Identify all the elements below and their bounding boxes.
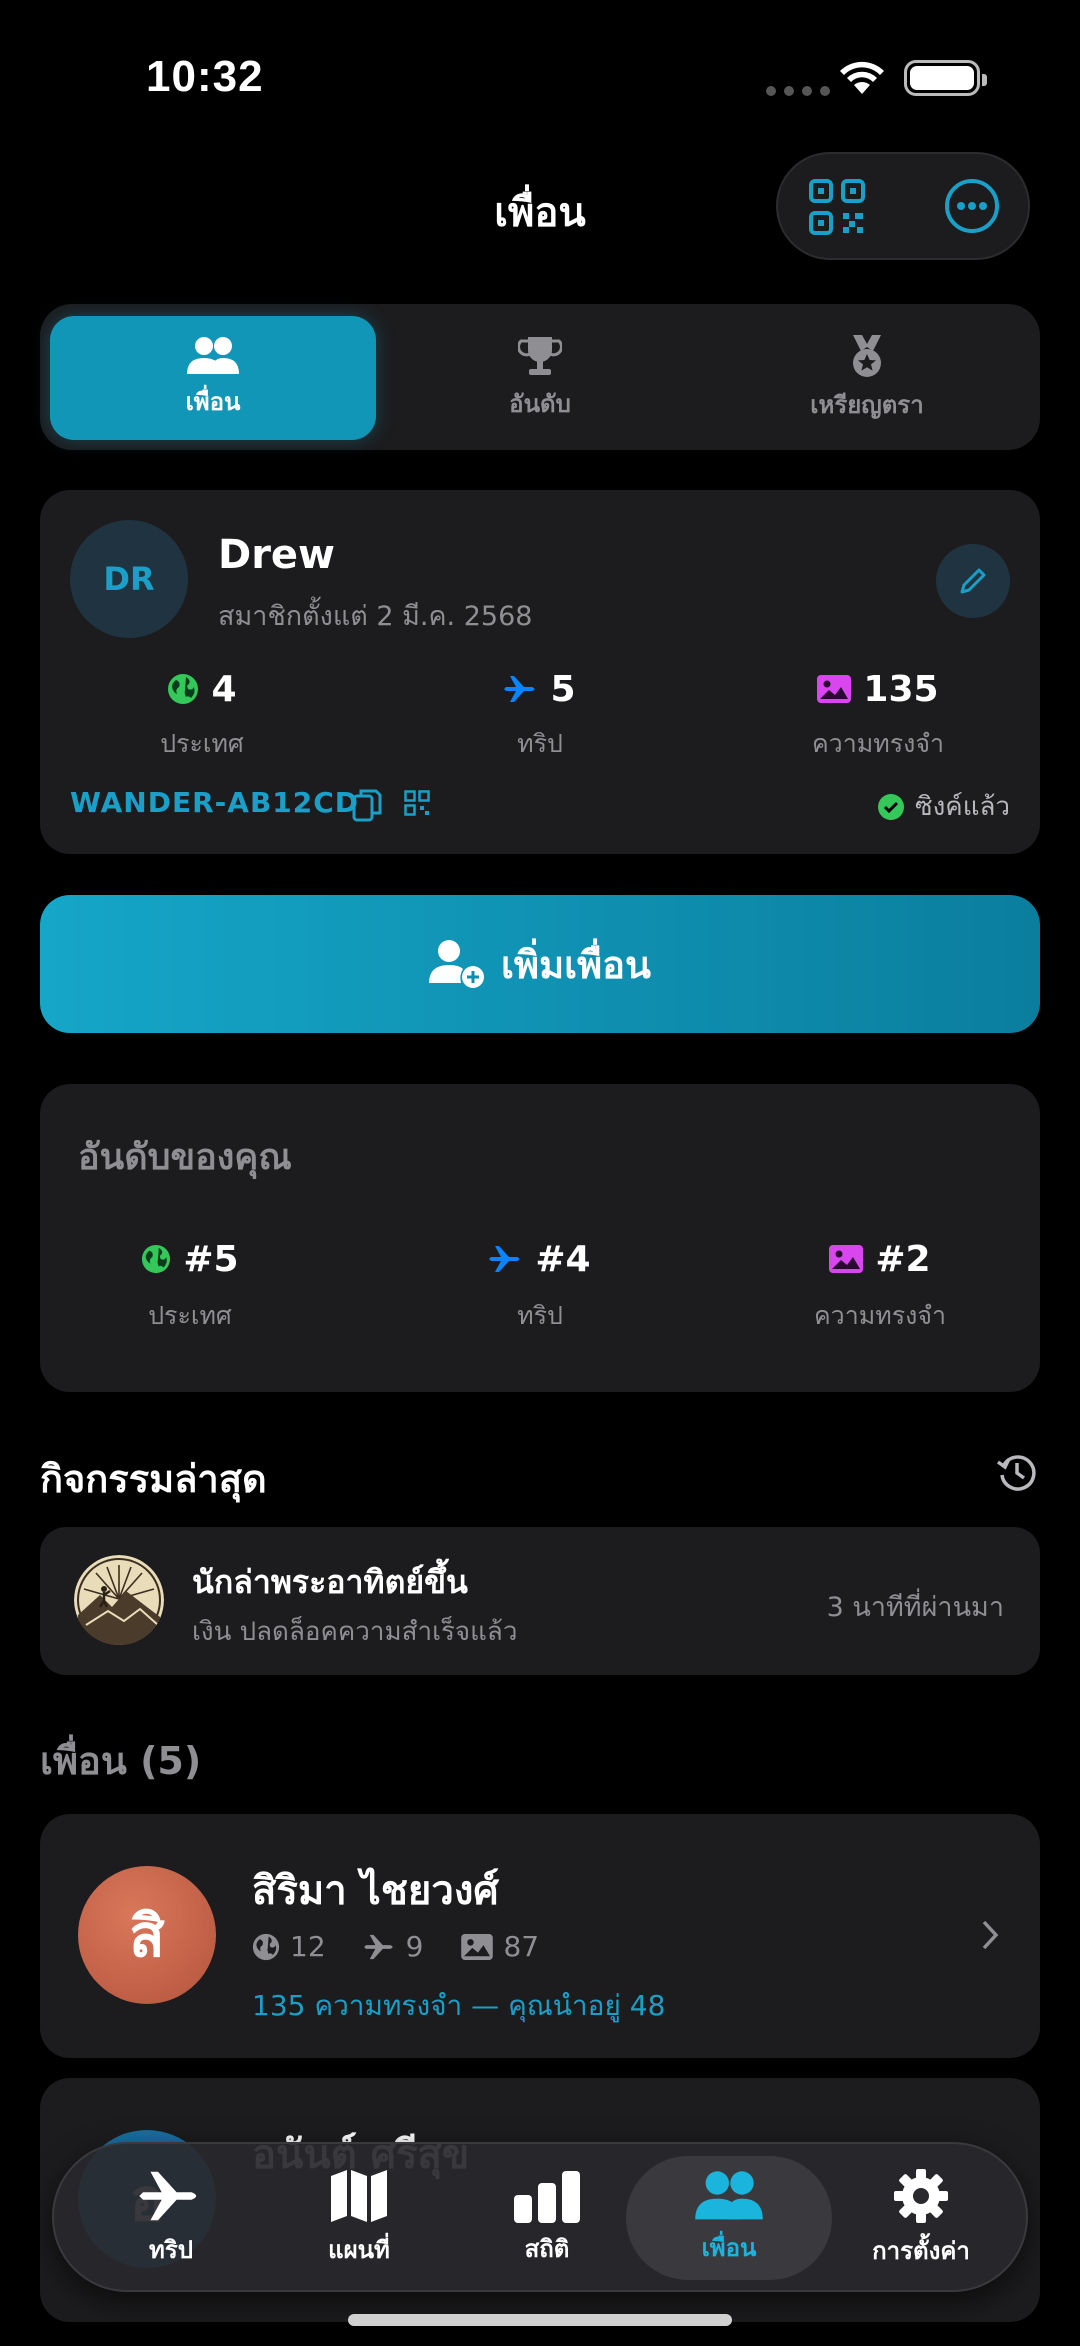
more-icon[interactable] — [942, 176, 1002, 236]
photo-icon — [829, 1245, 864, 1273]
rank-label: ทริป — [517, 1301, 563, 1330]
add-friend-button[interactable]: เพิ่มเพื่อน — [40, 895, 1040, 1033]
header-actions — [776, 152, 1030, 260]
gear-icon — [894, 2168, 948, 2223]
rank-value: #4 — [535, 1238, 591, 1280]
stat-value: 4 — [211, 668, 237, 710]
cellular-icon — [766, 86, 830, 96]
segment-label: อันดับ — [509, 389, 571, 418]
tab-label: เพื่อน — [701, 2233, 757, 2262]
segment-ranking[interactable]: อันดับ — [377, 316, 703, 440]
history-icon[interactable] — [996, 1452, 1038, 1494]
stat-label: ความทรงจำ — [811, 729, 945, 758]
medal-icon — [853, 334, 881, 377]
ranking-card: อันดับของคุณ #5 ประเทศ #4 ทริป #2 ความทร… — [40, 1084, 1040, 1392]
globe-icon — [142, 1244, 171, 1274]
qr-code-icon[interactable] — [808, 178, 866, 236]
sync-status: ซิงค์แล้ว — [877, 786, 1010, 827]
wifi-icon — [840, 61, 884, 94]
recent-activity-title: กิจกรรมล่าสุด — [40, 1457, 267, 1501]
activity-title: นักล่าพระอาทิตย์ขึ้น — [192, 1563, 468, 1601]
checkmark-circle-icon — [877, 793, 904, 820]
airplane-icon — [504, 676, 535, 702]
segment-friends[interactable]: เพื่อน — [50, 316, 376, 440]
airplane-icon — [489, 1246, 520, 1272]
tab-label: ทริป — [149, 2235, 193, 2264]
segment-label: เหรียญตรา — [810, 390, 924, 419]
stat-countries: 4 ประเทศ — [52, 664, 352, 764]
airplane-icon — [139, 2171, 197, 2220]
friend-comparison: 135 ความทรงจำ — คุณนำอยู่ 48 — [252, 1989, 666, 2022]
avatar: DR — [70, 520, 188, 638]
sync-label: ซิงค์แล้ว — [914, 792, 1010, 822]
friend-avatar: สิ — [78, 1866, 216, 2004]
friend-memories: 87 — [503, 1930, 540, 1963]
add-friend-label: เพิ่มเพื่อน — [501, 942, 651, 987]
stat-trips: 5 ทริป — [390, 664, 690, 764]
activity-time: 3 นาทีที่ผ่านมา — [826, 1592, 1004, 1623]
battery-icon — [904, 60, 987, 96]
stat-label: ประเทศ — [160, 729, 244, 758]
add-person-icon — [429, 940, 485, 988]
rank-memories: #2 ความทรงจำ — [730, 1234, 1030, 1336]
rank-label: ประเทศ — [148, 1301, 232, 1330]
people-icon — [187, 336, 239, 374]
friend-name: สิริมา ไชยวงศ์ — [252, 1868, 499, 1914]
photo-icon — [817, 675, 852, 703]
friend-stats: 12 9 87 — [252, 1930, 539, 1963]
map-icon — [331, 2169, 387, 2222]
profile-name: Drew — [218, 532, 336, 578]
sunrise-badge-icon — [74, 1555, 164, 1645]
stat-label: ทริป — [517, 729, 563, 758]
stat-value: 5 — [550, 668, 576, 710]
globe-icon — [168, 674, 199, 704]
tab-label: แผนที่ — [328, 2235, 390, 2264]
friend-code: WANDER-AB12CD — [70, 786, 360, 819]
tab-settings[interactable]: การตั้งค่า — [826, 2156, 1016, 2280]
people-icon — [695, 2170, 763, 2219]
tab-bar: ทริป แผนที่ สถิติ เพื่อน การตั้งค่า — [52, 2142, 1028, 2292]
stat-memories: 135 ความทรงจำ — [728, 664, 1028, 764]
tab-stats[interactable]: สถิติ — [452, 2156, 642, 2280]
tab-friends[interactable]: เพื่อน — [626, 2156, 832, 2280]
friend-trips: 9 — [405, 1930, 424, 1963]
tab-trips[interactable]: ทริป — [76, 2156, 266, 2280]
ranking-title: อันดับของคุณ — [78, 1137, 292, 1178]
photo-icon — [461, 1933, 494, 1960]
friends-section-title: เพื่อน (5) — [40, 1739, 202, 1783]
copy-icon[interactable] — [352, 788, 382, 822]
tab-map[interactable]: แผนที่ — [264, 2156, 454, 2280]
trophy-icon — [518, 336, 562, 375]
segment-badges[interactable]: เหรียญตรา — [704, 316, 1030, 440]
home-indicator — [348, 2314, 732, 2326]
rank-countries: #5 ประเทศ — [40, 1234, 340, 1336]
airplane-icon — [363, 1934, 393, 1959]
stat-value: 135 — [863, 668, 939, 710]
rank-trips: #4 ทริป — [390, 1234, 690, 1336]
tab-label: สถิติ — [524, 2234, 570, 2263]
friend-countries: 12 — [290, 1930, 326, 1963]
tab-label: การตั้งค่า — [872, 2236, 970, 2265]
edit-profile-button[interactable] — [936, 544, 1010, 618]
globe-icon — [252, 1933, 280, 1960]
segment-label: เพื่อน — [185, 387, 241, 416]
chart-icon — [514, 2170, 580, 2223]
friend-row[interactable]: สิ สิริมา ไชยวงศ์ 12 9 87 135 ความทรงจำ … — [40, 1814, 1040, 2058]
pencil-icon — [960, 568, 986, 594]
profile-card: DR Drew สมาชิกตั้งแต่ 2 มี.ค. 2568 4 ประ… — [40, 490, 1040, 854]
chevron-right-icon — [982, 1920, 999, 1950]
qr-code-icon[interactable] — [404, 790, 430, 816]
activity-item[interactable]: นักล่าพระอาทิตย์ขึ้น เงิน ปลดล็อคความสำเ… — [40, 1527, 1040, 1675]
activity-subtitle: เงิน ปลดล็อคความสำเร็จแล้ว — [192, 1617, 518, 1647]
rank-label: ความทรงจำ — [813, 1301, 947, 1330]
status-time: 10:32 — [146, 52, 264, 101]
rank-value: #2 — [875, 1238, 931, 1280]
rank-value: #5 — [183, 1238, 239, 1280]
member-since: สมาชิกตั้งแต่ 2 มี.ค. 2568 — [218, 601, 533, 632]
segmented-control: เพื่อน อันดับ เหรียญตรา — [40, 304, 1040, 450]
